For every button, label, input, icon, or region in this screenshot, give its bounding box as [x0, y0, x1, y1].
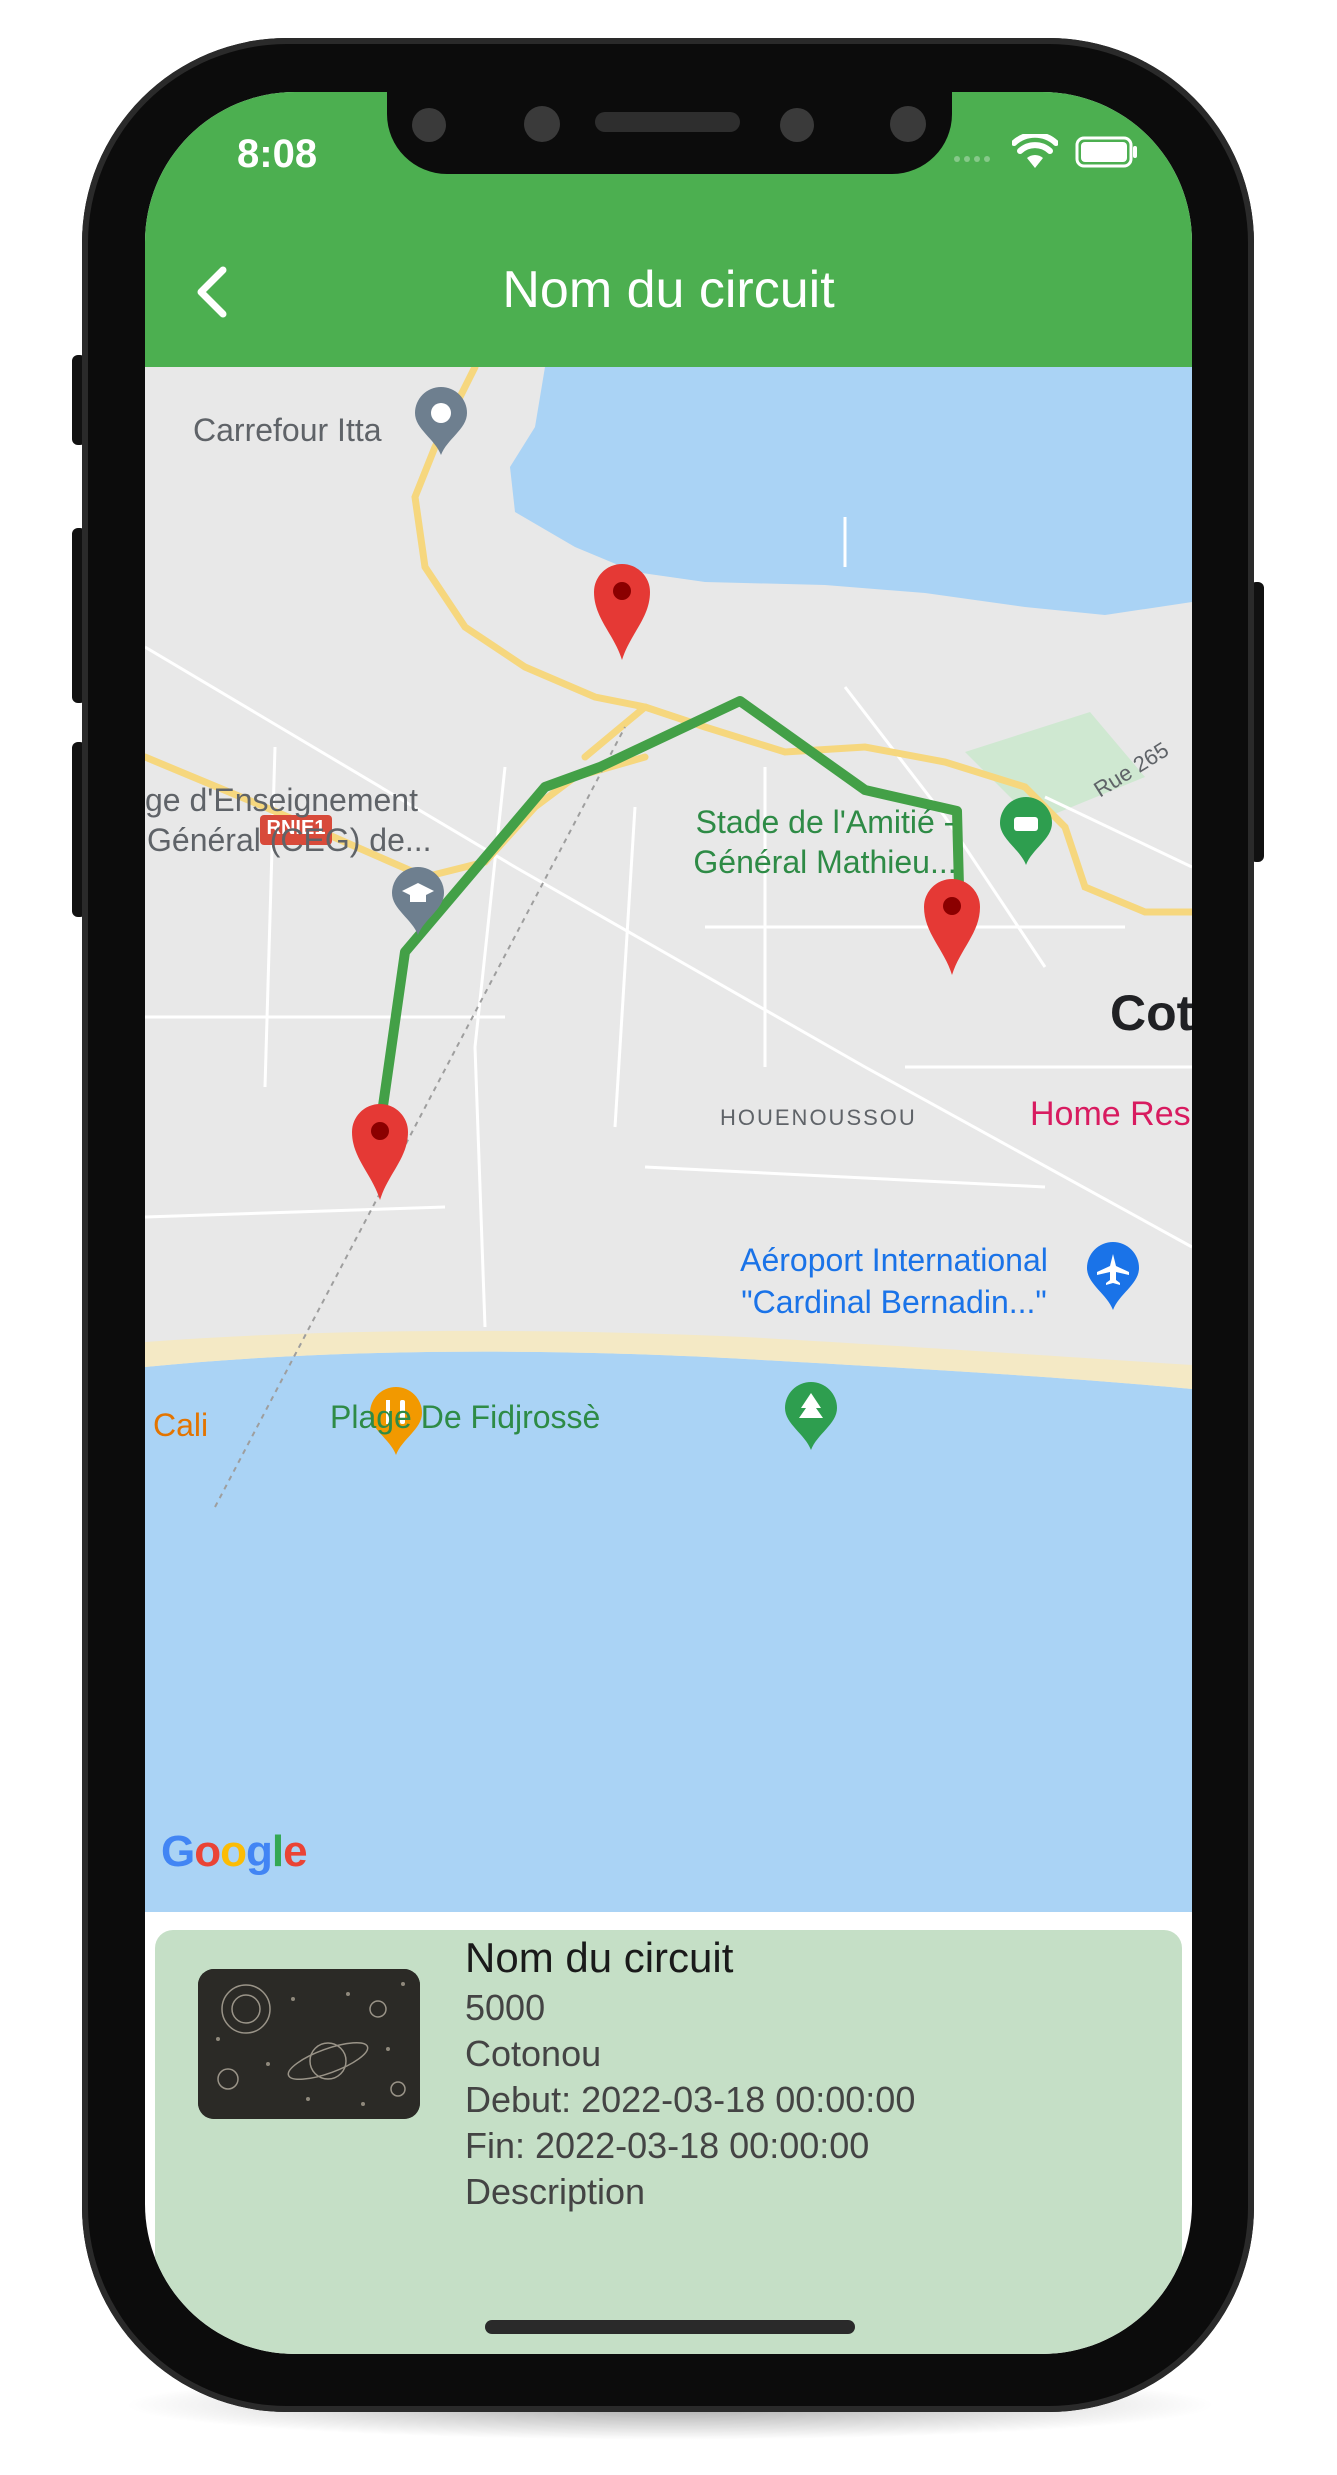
google-logo-letter: l: [271, 1827, 284, 1876]
map-marker[interactable]: [350, 1102, 410, 1207]
google-logo-letter: o: [194, 1827, 221, 1876]
battery-icon: [1075, 136, 1139, 173]
poi-label-plage: Plage De Fidjrossè: [330, 1399, 601, 1435]
map-pin-icon: [594, 564, 650, 660]
google-attribution: Google: [161, 1827, 308, 1877]
poi-label-stade: Stade de l'Amitié - Général Mathieu...: [675, 802, 975, 882]
map-marker[interactable]: [922, 877, 982, 982]
cellular-signal-icon: [953, 150, 999, 168]
stadium-pin-icon[interactable]: [998, 797, 1054, 872]
page-title: Nom du circuit: [502, 261, 835, 319]
poi-label-airport-line2: "Cardinal Bernadin...": [741, 1284, 1047, 1320]
status-time: 8:08: [237, 132, 318, 176]
park-pin-icon[interactable]: [783, 1382, 839, 1457]
front-camera: [524, 106, 560, 142]
poi-label-cali: Cali: [153, 1407, 209, 1443]
space-illustration-icon: [198, 1969, 420, 2119]
school-pin-icon[interactable]: [390, 867, 446, 942]
poi-label-stade-line2: Général Mathieu...: [693, 844, 957, 880]
wifi-icon: [1011, 131, 1059, 175]
map-marker[interactable]: [592, 562, 652, 667]
google-logo-letter: G: [161, 1827, 195, 1876]
circuit-start-date: Debut: 2022-03-18 00:00:00: [465, 2079, 916, 2120]
sensor-dot: [412, 108, 446, 142]
proximity-sensor: [890, 106, 926, 142]
earpiece-speaker: [595, 112, 740, 132]
poi-label-ceg-line1: ge d'Enseignement: [145, 782, 418, 818]
airport-pin-icon[interactable]: [1085, 1242, 1141, 1317]
circuit-city: Cotonou: [465, 2033, 602, 2074]
poi-label-home: Home Res: [1030, 1095, 1191, 1133]
circuit-description: Description: [465, 2171, 646, 2212]
circuit-name: Nom du circuit: [465, 1934, 734, 1981]
google-logo-letter: g: [246, 1827, 273, 1876]
map-view[interactable]: RNIE1 Carrefour Itta ge d'Enseignement G…: [145, 367, 1192, 1912]
home-indicator[interactable]: [485, 2320, 855, 2334]
phone-notch: [387, 92, 952, 174]
map-canvas: [145, 367, 1192, 1912]
poi-label-ceg-line2: Général (CEG) de...: [147, 822, 432, 858]
sensor-dot: [780, 108, 814, 142]
google-logo-letter: o: [220, 1827, 247, 1876]
neighborhood-label: HOUENOUSSOU: [720, 1105, 917, 1130]
map-pin-icon: [924, 879, 980, 975]
circuit-price: 5000: [465, 1987, 546, 2028]
shopping-pin-icon[interactable]: [413, 387, 469, 462]
circuit-thumbnail: [198, 1969, 420, 2119]
map-pin-icon: [352, 1104, 408, 1200]
google-logo-g: Google: [161, 1827, 308, 1876]
poi-label-airport-line1: Aéroport International: [740, 1242, 1048, 1278]
city-label: Cot: [1110, 985, 1192, 1041]
poi-label-carrefour: Carrefour Itta: [193, 412, 382, 448]
google-logo-letter: e: [283, 1827, 308, 1876]
phone-screen: 8:08 Nom du circuit RNIE1 Carrefour Itta…: [145, 92, 1192, 2354]
poi-label-airport: Aéroport International "Cardinal Bernadi…: [719, 1239, 1069, 1323]
circuit-end-date: Fin: 2022-03-18 00:00:00: [465, 2125, 870, 2166]
poi-label-stade-line1: Stade de l'Amitié -: [695, 804, 955, 840]
